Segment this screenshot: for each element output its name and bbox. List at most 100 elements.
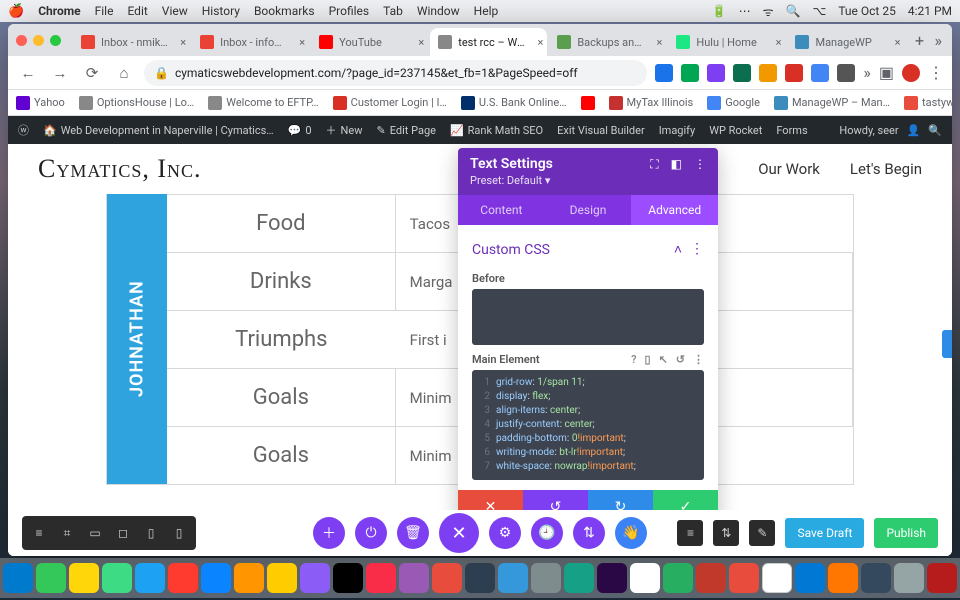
tab-hulu[interactable]: Hulu | Home× (668, 28, 785, 56)
tab-inbox-2[interactable]: Inbox - info@cym× (192, 28, 309, 56)
app-icon[interactable] (465, 563, 495, 593)
wp-site-link[interactable]: 🏠 Web Development in Naperville | Cymati… (43, 124, 274, 137)
close-tab-icon[interactable]: × (180, 36, 186, 49)
wireframe-view-button[interactable]: ≡ (26, 520, 52, 546)
profile-avatar[interactable] (902, 64, 920, 82)
add-button[interactable]: ＋ (313, 517, 345, 549)
wp-search-icon[interactable]: 🔍 (928, 124, 942, 137)
save-draft-button[interactable]: Save Draft (785, 518, 864, 548)
reload-button[interactable]: ⟳ (80, 61, 104, 85)
ext-icon[interactable] (681, 64, 699, 82)
tab-test-rcc[interactable]: test rcc – Web De× (430, 28, 547, 56)
tab-managewp[interactable]: ManageWP× (787, 28, 904, 56)
delete-button[interactable]: 🗑 (397, 517, 429, 549)
app-icon[interactable] (234, 563, 264, 593)
wp-avatar-icon[interactable]: 👤 (907, 124, 921, 137)
filezilla-icon[interactable] (696, 563, 726, 593)
menubar-date[interactable]: Tue Oct 25 (838, 4, 896, 18)
bookmark-eftp[interactable]: Welcome to EFTP… (208, 96, 318, 110)
more-icon[interactable]: ⋮ (693, 353, 704, 366)
new-tab-button[interactable]: + (907, 27, 933, 53)
portability-button[interactable]: ⇅ (713, 520, 739, 546)
control-center-icon[interactable]: ⌥ (813, 4, 827, 18)
wp-imagify[interactable]: Imagify (659, 124, 696, 137)
tab-dropdown-icon[interactable]: » (935, 31, 952, 50)
appstore-icon[interactable] (498, 563, 528, 593)
wp-comments[interactable]: 💬 0 (288, 124, 312, 137)
snap-icon[interactable]: ◧ (671, 157, 682, 172)
menu-file[interactable]: File (95, 4, 114, 18)
back-button[interactable]: ← (16, 61, 40, 85)
phone-icon[interactable]: ▯ (645, 353, 651, 366)
chrome-menu-icon[interactable]: ⋮ (928, 63, 944, 82)
menu-view[interactable]: View (162, 4, 188, 18)
phone-view-button[interactable]: ▯ (138, 520, 164, 546)
more-icon[interactable]: ⋮ (690, 241, 704, 258)
ext-icon[interactable] (707, 64, 725, 82)
row-label[interactable]: Food (167, 194, 396, 252)
firefox-icon[interactable] (828, 563, 858, 593)
table-vheader[interactable]: JOHNATHAN (107, 194, 167, 484)
menubar-time[interactable]: 4:21 PM (908, 4, 952, 18)
messages-icon[interactable] (36, 563, 66, 593)
tab-backups[interactable]: Backups and dup× (549, 28, 666, 56)
bookmark-usbank[interactable]: U.S. Bank Online… (461, 96, 567, 110)
edit-button[interactable]: ✎ (749, 520, 775, 546)
news-icon[interactable] (432, 563, 462, 593)
close-tab-icon[interactable]: × (895, 36, 901, 49)
home-button[interactable]: ⌂ (112, 61, 136, 85)
app-icon[interactable] (894, 563, 924, 593)
zoom-window[interactable] (50, 35, 61, 46)
preset-dropdown[interactable]: Preset: Default ▾ (470, 174, 706, 187)
forward-button[interactable]: → (48, 61, 72, 85)
close-window[interactable] (16, 35, 27, 46)
search-icon[interactable]: 🔍 (786, 4, 801, 18)
more-icon[interactable]: ⋮ (694, 157, 706, 172)
bookmark-yt[interactable] (581, 96, 595, 110)
close-builder-button[interactable]: ✕ (439, 513, 479, 553)
address-bar[interactable]: 🔒 cymaticswebdevelopment.com/?page_id=23… (144, 60, 647, 86)
side-tab[interactable] (942, 330, 952, 358)
wp-exit-vb[interactable]: Exit Visual Builder (557, 124, 645, 137)
edge-icon[interactable] (795, 563, 825, 593)
ext-icon[interactable] (655, 64, 673, 82)
adobe-icon[interactable] (597, 563, 627, 593)
row-label[interactable]: Triumphs (167, 310, 396, 368)
expand-icon[interactable]: ⛶ (650, 157, 658, 172)
close-tab-icon[interactable]: × (299, 36, 305, 49)
settings-button[interactable]: ⚙ (489, 517, 521, 549)
ext-icon[interactable] (733, 64, 751, 82)
ext-icon[interactable] (785, 64, 803, 82)
bookmark-google[interactable]: Google (707, 96, 760, 110)
wp-logo-icon[interactable]: ⓦ (18, 122, 29, 138)
appletv-icon[interactable] (333, 563, 363, 593)
reset-icon[interactable]: ↺ (676, 353, 685, 366)
wp-edit-page[interactable]: ✎ Edit Page (377, 124, 436, 137)
bookmark-managewp[interactable]: ManageWP – Man… (774, 96, 890, 110)
bookmark-optionshouse[interactable]: OptionsHouse | Lo… (79, 96, 194, 110)
layers-button[interactable]: ≡ (677, 520, 703, 546)
app-icon[interactable] (102, 563, 132, 593)
help-icon[interactable]: ? (631, 353, 636, 366)
close-tab-icon[interactable]: × (418, 36, 424, 49)
app-icon[interactable] (663, 563, 693, 593)
ext-icon[interactable] (759, 64, 777, 82)
tab-content[interactable]: Content (458, 195, 545, 225)
close-tab-icon[interactable]: × (537, 36, 543, 49)
close-tab-icon[interactable]: × (657, 36, 663, 49)
wp-howdy[interactable]: Howdy, seer (839, 124, 898, 137)
power-button[interactable]: ⏻ (355, 517, 387, 549)
swap-button[interactable]: ⇅ (573, 517, 605, 549)
wp-new[interactable]: ＋ New (326, 122, 363, 138)
tablet-view-button[interactable]: ◻ (110, 520, 136, 546)
code-main[interactable]: 1grid-row: 1/span 11;2display: flex;3ali… (472, 370, 704, 480)
bookmark-mytax[interactable]: MyTax Illinois (609, 96, 694, 110)
panel-header[interactable]: Text Settings ⛶ ◧ ⋮ Preset: Default ▾ (458, 148, 718, 195)
apple-icon[interactable]: 🍎 (8, 4, 24, 19)
row-label[interactable]: Drinks (167, 252, 396, 310)
row-label[interactable]: Goals (167, 368, 396, 426)
wp-rankmath[interactable]: 📈 Rank Math SEO (450, 124, 543, 137)
podcasts-icon[interactable] (399, 563, 429, 593)
code-before[interactable] (472, 289, 704, 345)
settings-icon[interactable] (531, 563, 561, 593)
